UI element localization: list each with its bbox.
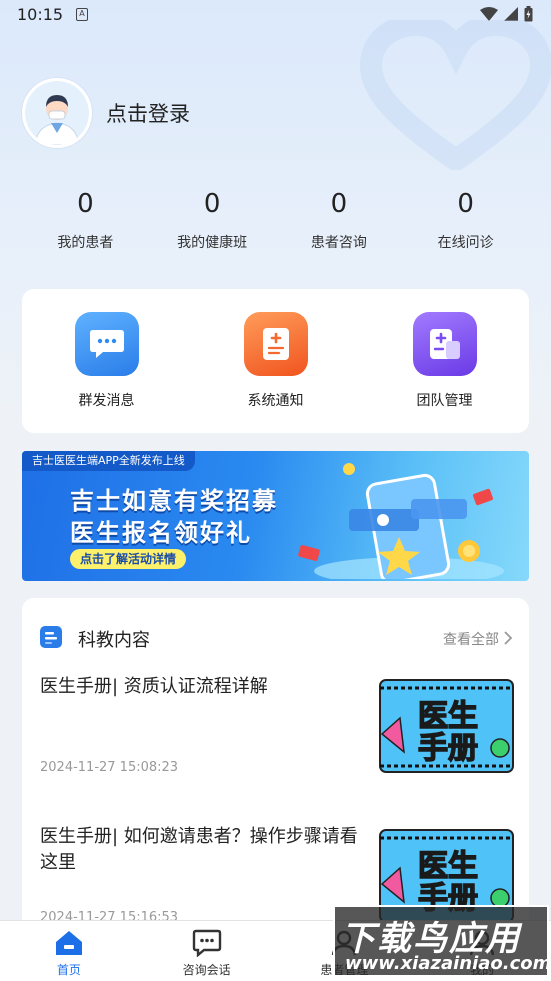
heart-decoration-icon: [359, 20, 551, 170]
article-date: 2024-11-27 15:08:23: [40, 760, 179, 775]
tab-label: 首页: [56, 963, 81, 977]
watermark: 下载鸟应用 www.xiazainiao.com: [333, 905, 551, 977]
doctor-avatar-icon: [25, 81, 89, 145]
document-plus-icon: [412, 312, 477, 376]
wifi-icon: [480, 7, 498, 21]
section-title: 科教内容: [78, 630, 150, 651]
stat-label: 患者咨询: [310, 235, 367, 251]
svg-text:医生: 医生: [418, 699, 478, 734]
article-title: 医生手册| 资质认证流程详解: [40, 676, 268, 697]
stat-value: 0: [77, 189, 94, 219]
stat-label: 我的患者: [57, 235, 114, 251]
stat-health-class[interactable]: 0 我的健康班: [149, 186, 276, 252]
section-header: 科教内容 查看全部: [22, 598, 529, 656]
quick-action-team-manage[interactable]: 团队管理: [360, 289, 529, 433]
banner-subheadline: 医生报名领好礼: [70, 519, 252, 547]
home-icon: [55, 931, 82, 955]
clipboard-plus-icon: [243, 312, 308, 376]
notification-icon: A: [76, 8, 88, 21]
stat-label: 我的健康班: [177, 235, 248, 251]
avatar[interactable]: [22, 78, 92, 148]
stat-patient-consult[interactable]: 0 患者咨询: [276, 186, 403, 252]
article-icon: [40, 626, 62, 648]
chat-icon: [192, 929, 221, 957]
stat-online-diagnosis[interactable]: 0 在线问诊: [402, 186, 529, 252]
article-thumbnail: 医生 手册: [378, 674, 515, 778]
stat-value: 0: [457, 189, 474, 219]
quick-actions-card: 群发消息 系统通知 团队管理: [22, 289, 529, 433]
stat-label: 在线问诊: [437, 235, 494, 251]
tab-label: 咨询会话: [182, 963, 231, 977]
profile-header[interactable]: 点击登录: [22, 78, 190, 148]
phone-illustration-icon: [298, 463, 504, 579]
quick-action-label: 团队管理: [416, 393, 473, 409]
stat-value: 0: [203, 189, 221, 219]
stat-value: 0: [330, 189, 348, 219]
promo-banner[interactable]: 吉士医医生端APP全新发布上线 吉士如意有奖招募 医生报名领好礼 点击了解活动详…: [22, 451, 529, 581]
quick-action-system-notice[interactable]: 系统通知: [191, 289, 360, 433]
signal-icon: [504, 7, 518, 21]
banner-headline: 吉士如意有奖招募: [70, 487, 278, 515]
quick-action-label: 系统通知: [247, 393, 304, 409]
banner-cta-button[interactable]: 点击了解活动详情: [70, 549, 187, 569]
stat-my-patients[interactable]: 0 我的患者: [22, 186, 149, 252]
stats-row: 0 我的患者 0 我的健康班 0 患者咨询 0 在线问诊: [22, 186, 529, 252]
see-all-link[interactable]: 查看全部: [443, 629, 499, 649]
chevron-right-icon[interactable]: [503, 630, 513, 646]
banner-tag: 吉士医医生端APP全新发布上线: [22, 451, 195, 471]
svg-text:医生: 医生: [418, 849, 478, 884]
article-item[interactable]: 医生手册| 资质认证流程详解 2024-11-27 15:08:23 医生 手册: [40, 674, 515, 784]
status-time: 10:15: [17, 5, 64, 24]
science-content-card: 科教内容 查看全部 医生手册| 资质认证流程详解 2024-11-27 15:0…: [22, 598, 529, 938]
login-link[interactable]: 点击登录: [106, 98, 190, 128]
chat-bubble-icon: [74, 312, 139, 376]
watermark-url: www.xiazainiao.com: [345, 953, 551, 974]
tab-home[interactable]: 首页: [0, 921, 138, 981]
tab-consult-chat[interactable]: 咨询会话: [138, 921, 276, 981]
quick-action-label: 群发消息: [78, 393, 135, 409]
svg-text:手册: 手册: [418, 731, 478, 766]
quick-action-group-message[interactable]: 群发消息: [22, 289, 191, 433]
article-title: 医生手册| 如何邀请患者？操作步骤请看这里: [40, 826, 358, 873]
